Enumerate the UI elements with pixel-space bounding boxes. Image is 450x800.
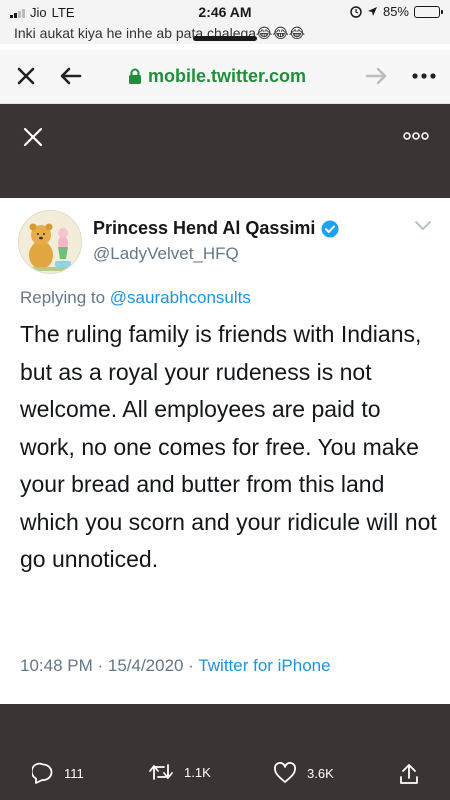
reply-icon xyxy=(32,762,53,784)
status-right: 85% xyxy=(350,4,443,19)
avatar[interactable] xyxy=(18,210,82,274)
tweet-source-link[interactable]: Twitter for iPhone xyxy=(198,656,330,675)
reply-button[interactable]: 111 xyxy=(32,762,84,784)
like-button[interactable]: 3.6K xyxy=(273,762,334,784)
tweet-timestamp: 10:48 PM · 15/4/2020 · xyxy=(20,656,199,675)
share-button[interactable] xyxy=(398,762,420,786)
back-arrow-icon[interactable] xyxy=(58,64,84,88)
replying-to-prefix: Replying to xyxy=(20,288,106,307)
share-icon xyxy=(400,764,418,784)
alarm-icon xyxy=(350,5,362,18)
lock-icon xyxy=(129,68,141,84)
chevron-down-icon[interactable] xyxy=(414,220,432,232)
url-text: mobile.twitter.com xyxy=(148,65,307,86)
tweet-action-bar: 111 1.1K 3.6K xyxy=(0,704,450,800)
retweet-button[interactable]: 1.1K xyxy=(148,762,211,782)
more-dots-icon[interactable] xyxy=(410,64,438,88)
heart-icon xyxy=(274,762,296,783)
author-name[interactable]: Princess Hend Al Qassimi xyxy=(93,218,339,239)
location-icon xyxy=(367,7,377,16)
tweet-meta: 10:48 PM · 15/4/2020 · Twitter for iPhon… xyxy=(20,656,331,676)
tweet-text: The ruling family is friends with Indian… xyxy=(20,321,437,572)
browser-toolbar: mobile.twitter.com xyxy=(0,50,450,104)
notification-text: Inki aukat kiya he inhe ab pata chalega😂… xyxy=(14,25,306,41)
verified-badge-icon xyxy=(321,220,339,237)
reply-count: 111 xyxy=(64,765,84,781)
close-icon[interactable] xyxy=(14,64,38,88)
forward-arrow-icon[interactable] xyxy=(363,64,389,88)
avatar-illustration xyxy=(19,211,81,273)
retweet-icon xyxy=(149,764,173,780)
battery-icon xyxy=(414,5,443,18)
battery-percent: 85% xyxy=(382,4,409,19)
author-handle[interactable]: @LadyVelvet_HFQ xyxy=(93,244,239,264)
address-bar[interactable]: mobile.twitter.com xyxy=(128,64,306,88)
replying-to-mention-link[interactable]: @saurabhconsults xyxy=(110,288,251,307)
close-icon[interactable] xyxy=(22,126,44,148)
tweet-card: Princess Hend Al Qassimi @LadyVelvet_HFQ… xyxy=(0,198,450,704)
status-bar: Jio LTE 2:46 AM 85% xyxy=(0,0,450,24)
notification-pull-handle[interactable] xyxy=(193,36,257,41)
retweet-count: 1.1K xyxy=(184,764,211,780)
author-name-text: Princess Hend Al Qassimi xyxy=(93,218,316,238)
more-options-icon[interactable] xyxy=(402,128,430,144)
tweet-viewer-header xyxy=(0,104,450,198)
replying-to: Replying to @saurabhconsults xyxy=(20,288,251,308)
like-count: 3.6K xyxy=(307,765,334,781)
